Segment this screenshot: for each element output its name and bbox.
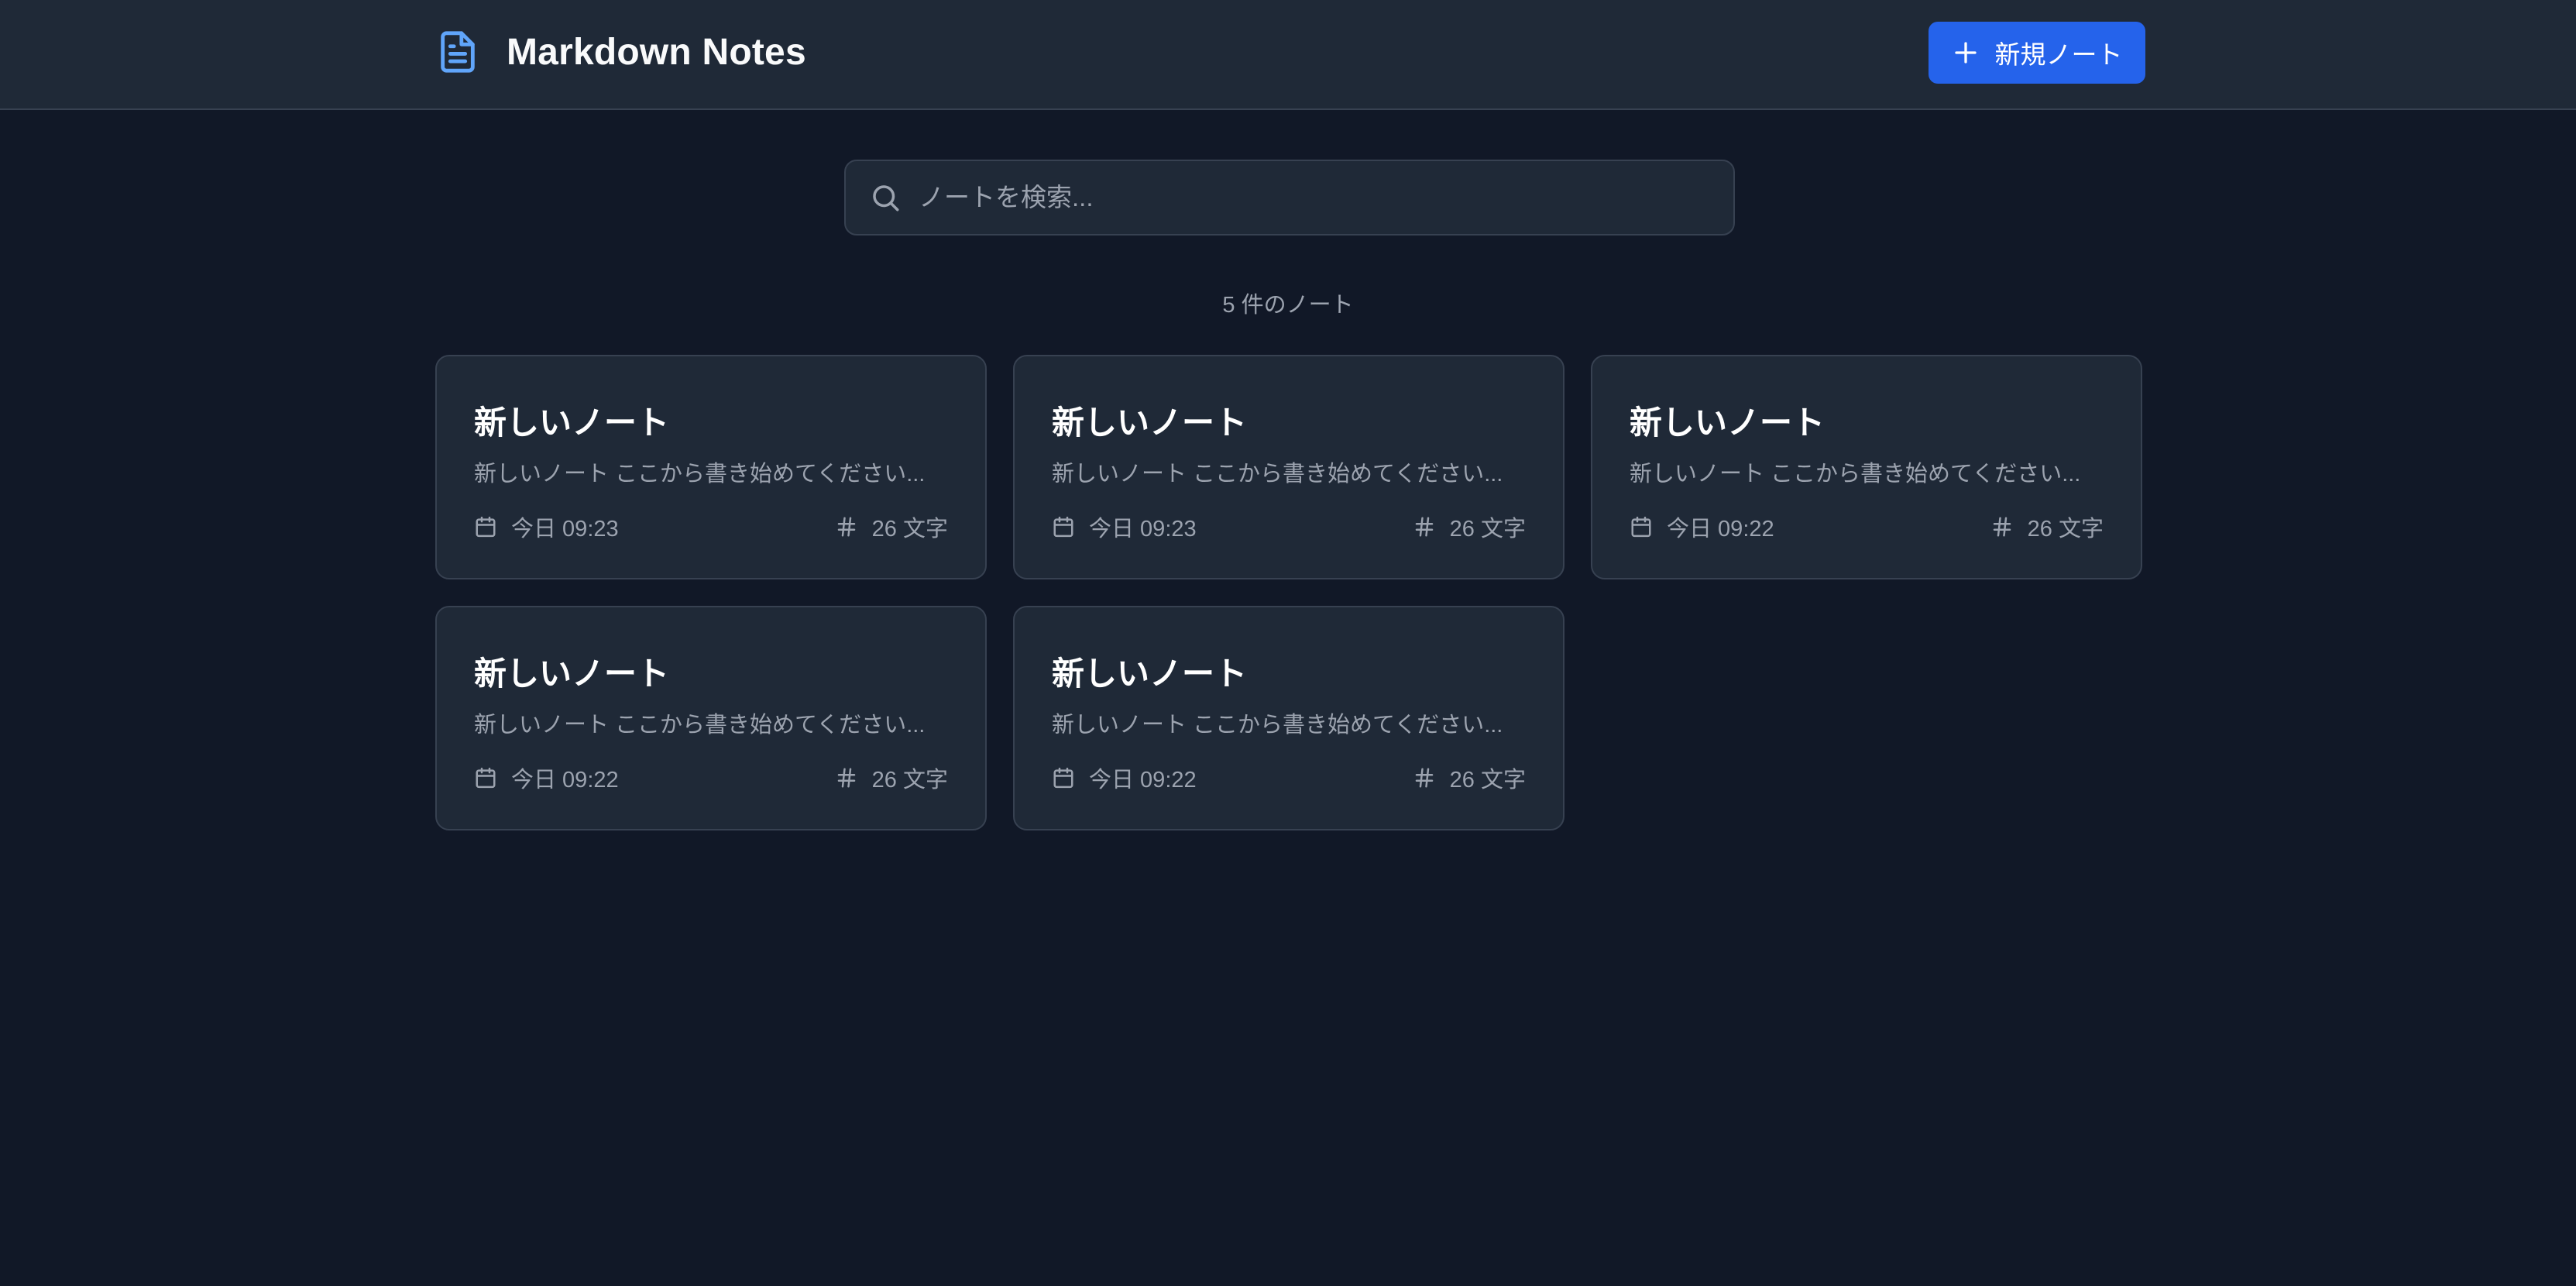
plus-icon [1952,39,1980,67]
search-box[interactable] [844,160,1735,236]
note-meta: 今日 09:22 26 文字 [474,762,948,793]
note-meta: 今日 09:23 26 文字 [474,511,948,542]
hash-icon [1413,766,1436,789]
note-card[interactable]: 新しいノート 新しいノート ここから書き始めてください... 今日 09:23 … [1013,355,1564,579]
note-card[interactable]: 新しいノート 新しいノート ここから書き始めてください... 今日 09:22 … [435,606,987,830]
calendar-icon [474,515,497,538]
note-card[interactable]: 新しいノート 新しいノート ここから書き始めてください... 今日 09:23 … [435,355,987,579]
note-preview: 新しいノート ここから書き始めてください... [1052,713,1503,738]
note-meta: 今日 09:22 26 文字 [1052,762,1526,793]
search-input[interactable] [919,174,1733,221]
calendar-icon [1052,766,1075,789]
file-text-icon [435,26,480,77]
note-char-count: 26 文字 [2027,517,2104,542]
note-card[interactable]: 新しいノート 新しいノート ここから書き始めてください... 今日 09:22 … [1591,355,2142,579]
brand: Markdown Notes [435,25,806,79]
hash-icon [835,515,858,538]
calendar-icon [474,766,497,789]
note-date: 今日 09:22 [511,768,619,793]
note-preview: 新しいノート ここから書き始めてください... [1052,462,1503,487]
new-note-label: 新規ノート [1994,40,2123,69]
note-char-count: 26 文字 [871,517,948,542]
note-preview: 新しいノート ここから書き始めてください... [474,462,926,487]
note-date: 今日 09:23 [511,517,619,542]
calendar-icon [1630,515,1653,538]
note-title: 新しいノート [1630,404,1826,441]
hash-icon [835,766,858,789]
new-note-button[interactable]: 新規ノート [1929,22,2145,84]
app-header: Markdown Notes 新規ノート [0,0,2576,110]
note-preview: 新しいノート ここから書き始めてください... [474,713,926,738]
note-meta: 今日 09:23 26 文字 [1052,511,1526,542]
note-card[interactable]: 新しいノート 新しいノート ここから書き始めてください... 今日 09:22 … [1013,606,1564,830]
note-date: 今日 09:22 [1089,768,1197,793]
calendar-icon [1052,515,1075,538]
note-title: 新しいノート [474,655,670,692]
note-char-count: 26 文字 [1449,517,1526,542]
note-title: 新しいノート [1052,404,1248,441]
note-preview: 新しいノート ここから書き始めてください... [1630,462,2081,487]
hash-icon [1413,515,1436,538]
note-meta: 今日 09:22 26 文字 [1630,511,2104,542]
app-title: Markdown Notes [507,31,806,73]
note-title: 新しいノート [1052,655,1248,692]
notes-grid: 新しいノート 新しいノート ここから書き始めてください... 今日 09:23 … [435,355,2145,830]
search-icon [869,181,902,214]
note-char-count: 26 文字 [1449,768,1526,793]
note-date: 今日 09:23 [1089,517,1197,542]
note-title: 新しいノート [474,404,670,441]
note-date: 今日 09:22 [1667,517,1774,542]
note-char-count: 26 文字 [871,768,948,793]
hash-icon [1990,515,2014,538]
note-count: 5 件のノート [1222,293,1354,318]
